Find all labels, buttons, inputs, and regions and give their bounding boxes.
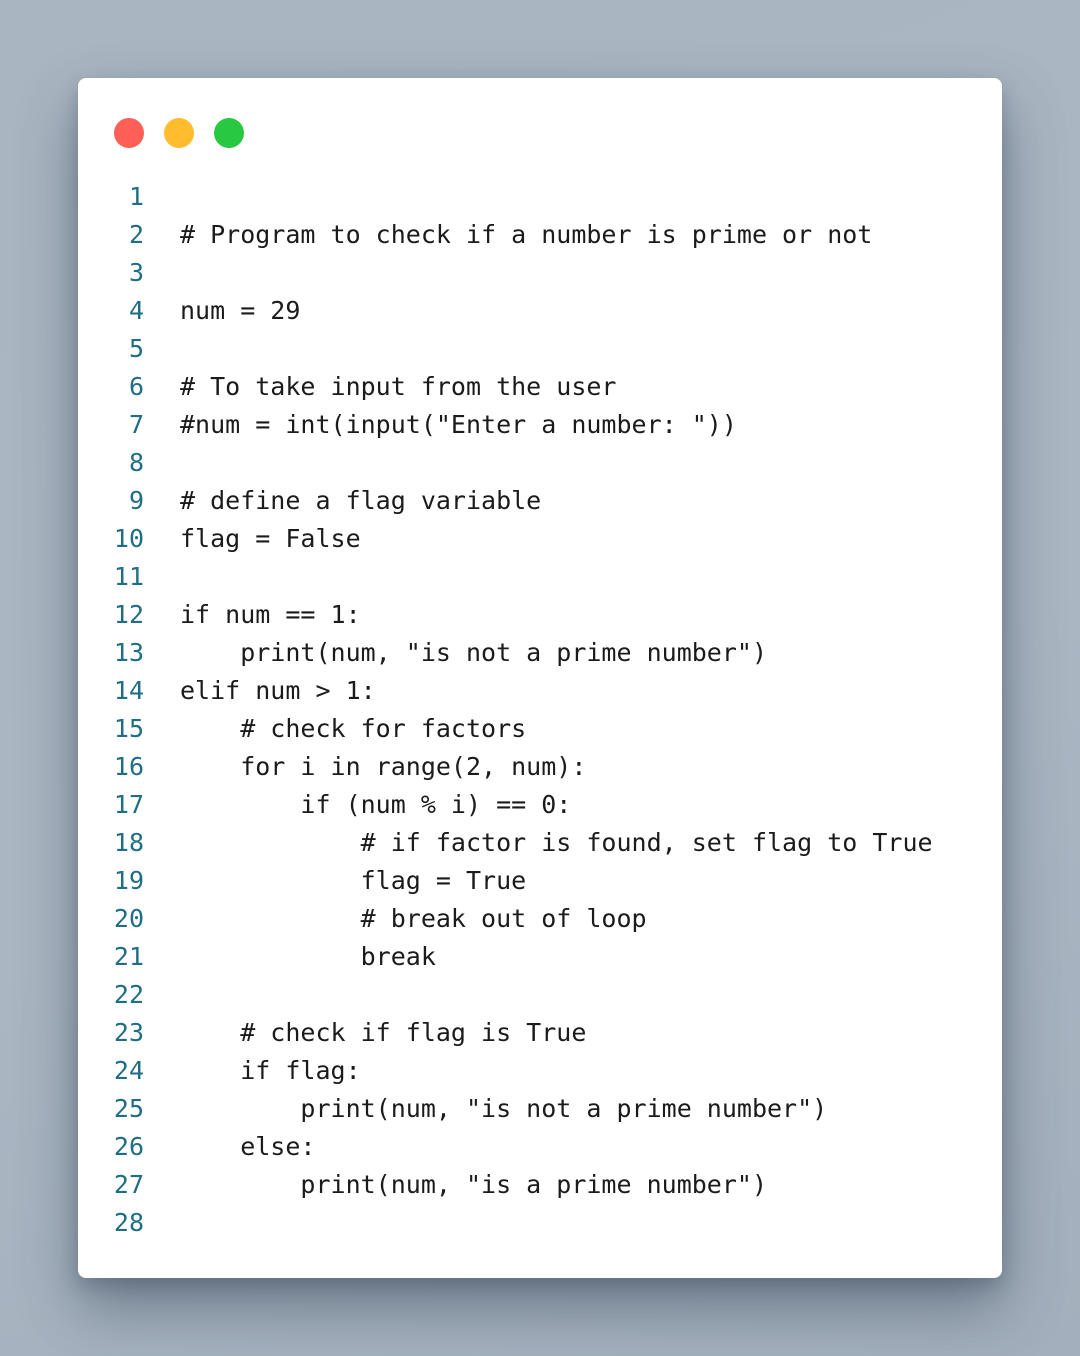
- line-number: 3: [128, 258, 144, 287]
- code-text: print(num, "is not a prime number"): [180, 1094, 828, 1123]
- line-number: 9: [128, 486, 144, 515]
- code-text: if num == 1:: [180, 600, 361, 629]
- line-number: 11: [113, 562, 144, 591]
- line-number: 17: [113, 790, 144, 819]
- line-number: 21: [113, 942, 144, 971]
- line-number: 7: [128, 410, 144, 439]
- line-number: 23: [113, 1018, 144, 1047]
- code-text: #num = int(input("Enter a number: ")): [180, 410, 737, 439]
- code-text: # check for factors: [180, 714, 527, 743]
- code-line: 5: [78, 330, 1002, 368]
- code-line: 23 # check if flag is True: [78, 1014, 1002, 1052]
- code-line: 28: [78, 1204, 1002, 1242]
- code-line: 25 print(num, "is not a prime number"): [78, 1090, 1002, 1128]
- line-number: 12: [113, 600, 144, 629]
- code-text: flag = True: [180, 866, 527, 895]
- code-line: 9 # define a flag variable: [78, 482, 1002, 520]
- code-line: 6 # To take input from the user: [78, 368, 1002, 406]
- line-number: 13: [113, 638, 144, 667]
- code-line: 24 if flag:: [78, 1052, 1002, 1090]
- code-text: break: [180, 942, 436, 971]
- code-line: 11: [78, 558, 1002, 596]
- code-line: 10 flag = False: [78, 520, 1002, 558]
- code-line: 20 # break out of loop: [78, 900, 1002, 938]
- maximize-button[interactable]: [214, 118, 244, 148]
- code-text: if (num % i) == 0:: [180, 790, 572, 819]
- line-number: 14: [113, 676, 144, 705]
- line-number: 26: [113, 1132, 144, 1161]
- line-number: 16: [113, 752, 144, 781]
- code-text: flag = False: [180, 524, 361, 553]
- code-text: # if factor is found, set flag to True: [180, 828, 933, 857]
- close-button[interactable]: [114, 118, 144, 148]
- code-text: elif num > 1:: [180, 676, 376, 705]
- code-line: 2 # Program to check if a number is prime…: [78, 216, 1002, 254]
- line-number: 28: [113, 1208, 144, 1237]
- code-text: num = 29: [180, 296, 301, 325]
- line-number: 6: [128, 372, 144, 401]
- code-line: 27 print(num, "is a prime number"): [78, 1166, 1002, 1204]
- code-text: # define a flag variable: [180, 486, 542, 515]
- code-line: 1: [78, 178, 1002, 216]
- code-line: 12 if num == 1:: [78, 596, 1002, 634]
- code-line: 4 num = 29: [78, 292, 1002, 330]
- code-text: else:: [180, 1132, 316, 1161]
- code-window: 1 2 # Program to check if a number is prim…: [78, 78, 1002, 1278]
- line-number: 27: [113, 1170, 144, 1199]
- line-number: 15: [113, 714, 144, 743]
- code-text: for i in range(2, num):: [180, 752, 587, 781]
- code-line: 3: [78, 254, 1002, 292]
- window-controls: [114, 118, 244, 148]
- code-line: 8: [78, 444, 1002, 482]
- line-number: 1: [128, 182, 144, 211]
- code-line: 7 #num = int(input("Enter a number: ")): [78, 406, 1002, 444]
- code-line: 16 for i in range(2, num):: [78, 748, 1002, 786]
- line-number: 5: [128, 334, 144, 363]
- code-line: 26 else:: [78, 1128, 1002, 1166]
- code-line: 15 # check for factors: [78, 710, 1002, 748]
- code-text: # To take input from the user: [180, 372, 617, 401]
- code-text: # break out of loop: [180, 904, 647, 933]
- line-number: 19: [113, 866, 144, 895]
- code-editor[interactable]: 1 2 # Program to check if a number is prim…: [78, 178, 1002, 1242]
- line-number: 25: [113, 1094, 144, 1123]
- code-text: # Program to check if a number is prime …: [180, 220, 873, 249]
- code-line: 21 break: [78, 938, 1002, 976]
- code-line: 17 if (num % i) == 0:: [78, 786, 1002, 824]
- code-line: 13 print(num, "is not a prime number"): [78, 634, 1002, 672]
- code-text: print(num, "is not a prime number"): [180, 638, 767, 667]
- line-number: 22: [113, 980, 144, 1009]
- line-number: 8: [128, 448, 144, 477]
- line-number: 10: [113, 524, 144, 553]
- code-line: 14 elif num > 1:: [78, 672, 1002, 710]
- line-number: 20: [113, 904, 144, 933]
- code-text: print(num, "is a prime number"): [180, 1170, 767, 1199]
- line-number: 18: [113, 828, 144, 857]
- line-number: 4: [128, 296, 144, 325]
- line-number: 2: [128, 220, 144, 249]
- minimize-button[interactable]: [164, 118, 194, 148]
- code-line: 19 flag = True: [78, 862, 1002, 900]
- code-text: # check if flag is True: [180, 1018, 587, 1047]
- code-line: 18 # if factor is found, set flag to Tru…: [78, 824, 1002, 862]
- code-text: if flag:: [180, 1056, 361, 1085]
- code-line: 22: [78, 976, 1002, 1014]
- line-number: 24: [113, 1056, 144, 1085]
